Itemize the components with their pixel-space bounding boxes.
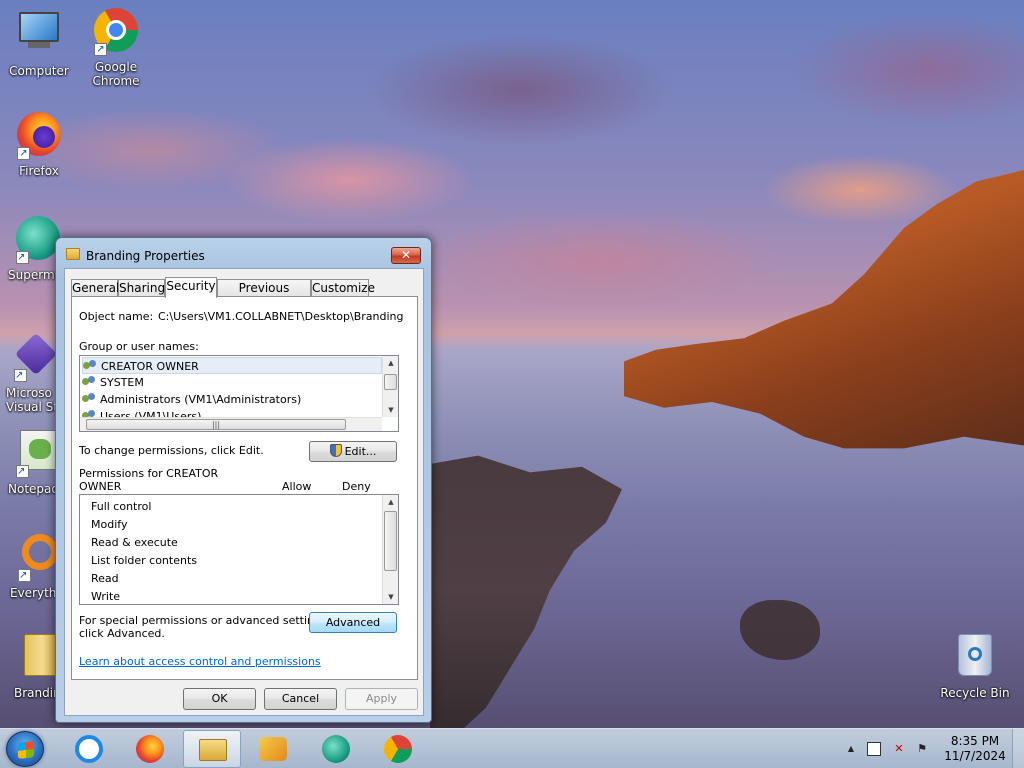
permissions-vertical-scrollbar[interactable]: ▲ ▼ — [382, 495, 398, 604]
desktop-icon-firefox[interactable]: ↗ Firefox — [2, 110, 76, 178]
advanced-button[interactable]: Advanced — [309, 612, 397, 633]
taskbar-media-player[interactable] — [244, 730, 302, 768]
rocks-scenery-small — [740, 600, 820, 660]
recycle-bin-icon — [951, 634, 999, 682]
group-names-label: Group or user names: — [79, 340, 199, 353]
permission-modify: Modify — [91, 518, 128, 531]
visual-studio-icon: ↗ — [12, 332, 60, 382]
firefox-icon: ↗ — [15, 112, 63, 160]
firefox-icon — [136, 735, 164, 763]
learn-access-control-link[interactable]: Learn about access control and permissio… — [79, 655, 321, 668]
taskbar-firefox[interactable] — [121, 730, 179, 768]
user-group-icon — [82, 376, 96, 388]
group-names-list[interactable]: CREATOR OWNER SYSTEM Administrators (VM1… — [79, 355, 399, 432]
show-desktop-button[interactable] — [1012, 729, 1024, 768]
group-list-horizontal-scrollbar[interactable]: ||| — [80, 417, 382, 431]
list-item-system[interactable]: SYSTEM — [82, 374, 144, 391]
taskbar-chrome[interactable] — [369, 730, 427, 768]
uac-shield-icon — [329, 444, 342, 457]
windows-logo-icon — [18, 741, 34, 759]
clock[interactable]: 8:35 PM 11/7/2024 — [940, 734, 1010, 764]
cancel-button[interactable]: Cancel — [264, 688, 337, 710]
taskbar-supermium[interactable] — [307, 730, 365, 768]
user-group-icon — [82, 393, 96, 405]
file-explorer-icon — [199, 739, 227, 761]
permission-full-control: Full control — [91, 500, 152, 513]
scroll-down-arrow-icon[interactable]: ▼ — [383, 403, 398, 417]
title-bar[interactable]: Branding Properties ✕ — [56, 238, 431, 268]
edit-button[interactable]: Edit... — [309, 441, 397, 462]
special-permissions-text-line2: click Advanced. — [79, 627, 165, 640]
desktop-icon-computer[interactable]: Computer — [2, 8, 76, 78]
desktop-icon-label: Recycle Bin — [940, 686, 1010, 700]
permission-write: Write — [91, 590, 121, 603]
tab-sharing[interactable]: Sharing — [118, 279, 165, 297]
shortcut-arrow-icon: ↗ — [17, 147, 30, 160]
apply-button[interactable]: Apply — [345, 688, 418, 710]
special-permissions-text-line1: For special permissions or advanced sett… — [79, 614, 331, 627]
permissions-for-label-line2: OWNER — [79, 480, 122, 493]
desktop-icon-label: Firefox — [19, 164, 59, 178]
scroll-up-arrow-icon[interactable]: ▲ — [383, 495, 398, 509]
dialog-client-area: General Sharing Security Previous Versio… — [64, 268, 424, 716]
internet-explorer-icon — [75, 735, 103, 763]
branding-properties-dialog: Branding Properties ✕ General Sharing Se… — [55, 237, 432, 723]
shortcut-arrow-icon: ↗ — [14, 369, 27, 382]
permission-read: Read — [91, 572, 119, 585]
clock-time: 8:35 PM — [950, 734, 1000, 748]
allow-column-header: Allow — [282, 480, 312, 493]
start-button[interactable] — [6, 731, 44, 767]
deny-column-header: Deny — [342, 480, 371, 493]
desktop-icon-label: Computer — [9, 64, 69, 78]
desktop-icon-label: Google Chrome — [92, 60, 140, 88]
dialog-title: Branding Properties — [86, 249, 205, 263]
scroll-up-arrow-icon[interactable]: ▲ — [383, 356, 398, 370]
system-tray: ▲ ✕ ⚑ — [840, 729, 940, 768]
desktop-icon-recycle-bin[interactable]: Recycle Bin — [938, 630, 1012, 700]
taskbar-file-explorer[interactable] — [183, 730, 241, 768]
action-center-flag-icon[interactable]: ⚑ — [915, 742, 929, 756]
taskbar-internet-explorer[interactable] — [60, 730, 118, 768]
close-button[interactable]: ✕ — [391, 247, 421, 264]
clock-date: 11/7/2024 — [944, 749, 1006, 763]
shortcut-arrow-icon: ↗ — [16, 251, 29, 264]
volume-muted-icon[interactable]: ✕ — [892, 742, 906, 756]
shortcut-arrow-icon: ↗ — [16, 465, 29, 478]
computer-icon — [15, 12, 63, 60]
desktop-icon-chrome[interactable]: ↗ Google Chrome — [79, 6, 153, 88]
chrome-icon: ↗ — [92, 8, 140, 56]
tab-security[interactable]: Security — [165, 277, 217, 298]
object-name-value: C:\Users\VM1.COLLABNET\Desktop\Branding — [158, 310, 404, 323]
scroll-thumb[interactable]: ||| — [86, 419, 346, 430]
tab-general[interactable]: General — [71, 279, 119, 297]
user-group-icon — [83, 360, 97, 372]
media-player-icon — [259, 737, 287, 761]
tab-previous-versions[interactable]: Previous Versions — [217, 279, 311, 311]
shortcut-arrow-icon: ↗ — [94, 43, 107, 56]
ok-button[interactable]: OK — [183, 688, 256, 710]
security-tab-panel: Object name: C:\Users\VM1.COLLABNET\Desk… — [71, 296, 418, 680]
list-item-administrators[interactable]: Administrators (VM1\Administrators) — [82, 391, 301, 408]
permission-list-folder-contents: List folder contents — [91, 554, 197, 567]
scroll-thumb[interactable] — [384, 511, 397, 571]
supermium-icon — [322, 735, 350, 763]
permissions-list[interactable]: Full control Modify Read & execute List … — [79, 494, 399, 605]
scroll-down-arrow-icon[interactable]: ▼ — [383, 590, 398, 604]
permission-read-execute: Read & execute — [91, 536, 178, 549]
network-icon[interactable] — [867, 742, 881, 756]
list-item-creator-owner[interactable]: CREATOR OWNER — [82, 357, 382, 374]
taskbar: ▲ ✕ ⚑ 8:35 PM 11/7/2024 — [0, 728, 1024, 768]
change-permissions-text: To change permissions, click Edit. — [79, 444, 264, 457]
chrome-icon — [384, 735, 412, 763]
folder-icon — [66, 248, 80, 260]
object-name-label: Object name: — [79, 310, 154, 323]
scroll-thumb[interactable] — [384, 374, 397, 390]
show-hidden-icons-arrow-icon[interactable]: ▲ — [844, 742, 858, 756]
shortcut-arrow-icon: ↗ — [18, 569, 31, 582]
cliff-scenery — [624, 170, 1024, 449]
rocks-scenery — [430, 455, 622, 728]
permissions-for-label-line1: Permissions for CREATOR — [79, 467, 219, 480]
group-list-vertical-scrollbar[interactable]: ▲ ▼ — [382, 356, 398, 417]
tab-customize[interactable]: Customize — [311, 279, 375, 297]
